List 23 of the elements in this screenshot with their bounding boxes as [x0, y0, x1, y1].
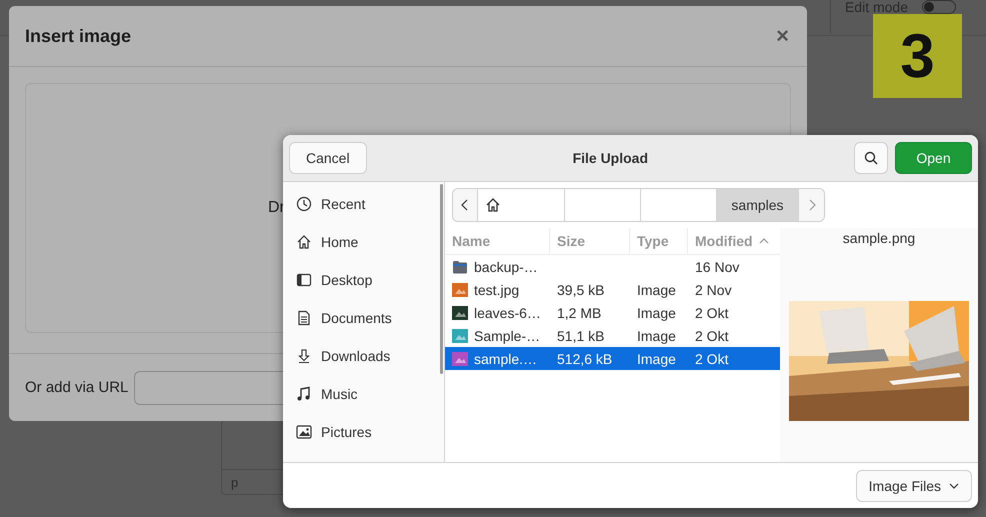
file-name: test.jpg	[474, 282, 520, 298]
file-type: Image	[637, 304, 676, 320]
file-type: Image	[637, 350, 676, 366]
file-size: 51,1 kB	[557, 328, 604, 344]
file-modified-date: 16 Nov	[695, 258, 740, 274]
dialog-title: Insert image	[25, 26, 132, 46]
file-size: 1,2 MB	[557, 304, 602, 320]
url-label: Or add via URL	[25, 379, 128, 396]
file-size: 512,6 kB	[557, 350, 612, 366]
file-name: Sample-…	[474, 328, 540, 344]
file-name: sample.…	[474, 350, 538, 366]
file-size: 39,5 kB	[557, 282, 604, 298]
step-number-badge: 3	[873, 14, 962, 98]
file-modified-date: 2 Okt	[695, 328, 728, 344]
file-name: leaves-6…	[474, 304, 541, 320]
file-type: Image	[637, 328, 676, 344]
file-modified-date: 2 Okt	[695, 350, 728, 366]
dialog-title: File Upload	[572, 150, 650, 166]
preview-file-name: sample.png	[842, 230, 916, 248]
file-modified-date: 2 Nov	[695, 282, 732, 298]
file-modified-date: 2 Okt	[695, 304, 728, 320]
file-name: backup-…	[474, 258, 538, 274]
file-type: Image	[637, 282, 676, 298]
